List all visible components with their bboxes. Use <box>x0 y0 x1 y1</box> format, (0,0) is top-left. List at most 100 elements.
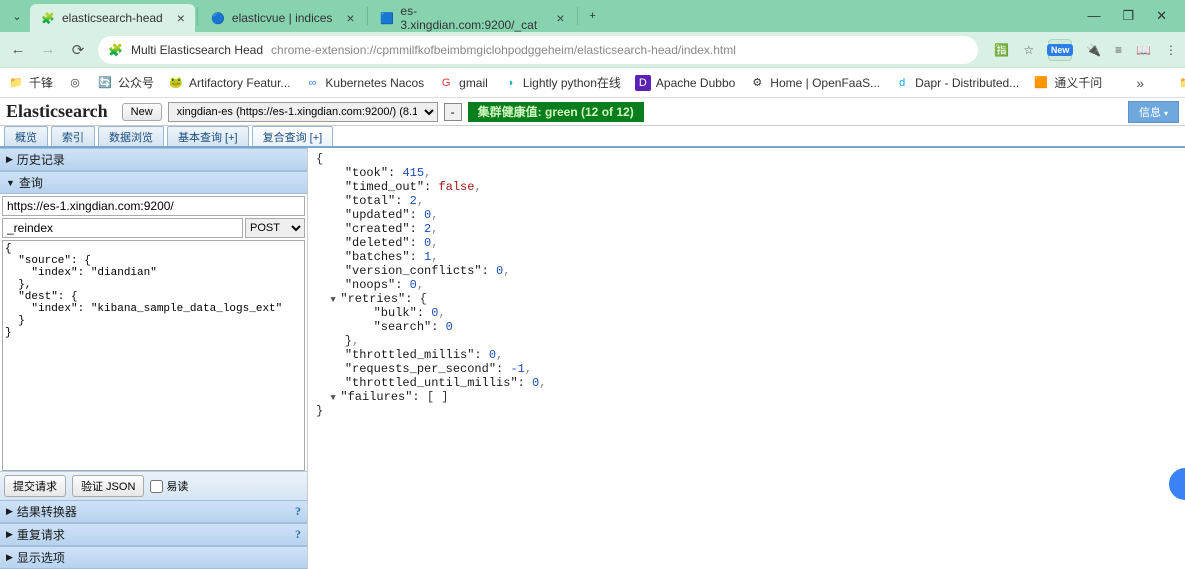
browser-tab-2[interactable]: 🟦 es-3.xingdian.com:9200/_cat × <box>370 4 575 32</box>
favicon-icon: 🟦 <box>380 10 395 26</box>
tab-title: elasticvue | indices <box>232 11 333 25</box>
tab-compound-query[interactable]: 复合查询 [+] <box>252 126 334 146</box>
ext-icon[interactable]: 🔌 <box>1086 43 1101 57</box>
checkbox-label: 易读 <box>166 478 188 494</box>
bookmark-item[interactable]: 🐸Artifactory Featur... <box>168 75 290 91</box>
panel-results-transform[interactable]: ▶ 结果转换器? <box>0 500 307 523</box>
json-value: [ ] <box>427 390 449 404</box>
tab-basic-query[interactable]: 基本查询 [+] <box>167 126 249 146</box>
bookmark-item[interactable]: 🔄公众号 <box>97 74 154 91</box>
json-value: 415 <box>402 166 424 180</box>
browser-tab-0[interactable]: 🧩 elasticsearch-head × <box>30 4 195 32</box>
panel-label: 重复请求 <box>17 526 65 543</box>
bookmark-label: 通义千问 <box>1054 74 1102 91</box>
connection-select[interactable]: xingdian-es (https://es-1.xingdian.com:9… <box>168 102 438 122</box>
submit-row: 提交请求 验证 JSON 易读 <box>0 471 307 500</box>
tab-separator <box>367 7 368 25</box>
tab-separator <box>197 7 198 25</box>
tab-overview[interactable]: 概览 <box>4 126 48 146</box>
bookmark-item[interactable]: 📁千锋 <box>8 74 53 91</box>
panel-query[interactable]: ▼查询 <box>0 171 307 194</box>
panel-display-options[interactable]: ▶显示选项 <box>0 546 307 569</box>
bookmark-item[interactable]: ∞Kubernetes Nacos <box>304 75 424 91</box>
remove-connection-button[interactable]: - <box>444 103 462 121</box>
host-input[interactable] <box>2 196 305 216</box>
panel-history[interactable]: ▶历史记录 <box>0 148 307 171</box>
translate-icon[interactable]: 🈯 <box>994 43 1009 57</box>
json-value: -1 <box>510 362 524 376</box>
json-value: 2 <box>410 194 417 208</box>
bookmark-overflow-icon[interactable]: » <box>1130 75 1150 91</box>
bookmark-item[interactable]: DApache Dubbo <box>635 75 735 91</box>
easyread-toggle[interactable]: 易读 <box>150 478 188 494</box>
submit-button[interactable]: 提交请求 <box>4 475 66 497</box>
close-icon[interactable]: × <box>556 10 564 26</box>
new-tab-button[interactable]: + <box>580 10 606 22</box>
bookmark-star-icon[interactable]: ☆ <box>1023 43 1034 57</box>
bookmark-icon: ◎ <box>67 75 83 91</box>
tab-indices[interactable]: 索引 <box>51 126 95 146</box>
easyread-checkbox[interactable] <box>150 480 163 493</box>
extension-button[interactable]: New <box>1048 39 1072 61</box>
bookmark-label: 千锋 <box>29 74 53 91</box>
bookmark-icon: ∞ <box>304 75 320 91</box>
address-bar[interactable]: 🧩 Multi Elasticsearch Head chrome-extens… <box>98 36 978 64</box>
bookmark-label: Home | OpenFaaS... <box>770 76 880 90</box>
cluster-health-badge: 集群健康值: green (12 of 12) <box>468 102 644 122</box>
bookmark-item[interactable]: ◎ <box>67 75 83 91</box>
bookmark-icon: G <box>438 75 454 91</box>
panel-label: 结果转换器 <box>17 503 77 520</box>
triangle-right-icon: ▶ <box>6 506 13 517</box>
tab-title: elasticsearch-head <box>62 11 163 25</box>
bookmark-label: Lightly python在线 <box>523 74 621 91</box>
new-badge: New <box>1047 44 1074 56</box>
bookmark-item[interactable]: ◑Lightly python在线 <box>502 74 621 91</box>
request-body-textarea[interactable] <box>2 240 305 471</box>
help-icon[interactable]: ? <box>295 527 301 542</box>
method-select[interactable]: POST <box>245 218 305 238</box>
bookmark-item[interactable]: dDapr - Distributed... <box>894 75 1019 91</box>
maximize-icon[interactable]: ❐ <box>1122 8 1134 24</box>
json-value: 0 <box>489 348 496 362</box>
panel-repeat-request[interactable]: ▶ 重复请求? <box>0 523 307 546</box>
bookmark-icon: 🟧 <box>1033 75 1049 91</box>
new-connection-button[interactable]: New <box>122 103 162 121</box>
eshead-header: Elasticsearch New xingdian-es (https://e… <box>0 98 1185 126</box>
tab-browse[interactable]: 数据浏览 <box>98 126 164 146</box>
app-title: Elasticsearch <box>6 101 108 122</box>
help-icon[interactable]: ? <box>295 504 301 519</box>
close-icon[interactable]: × <box>346 10 354 26</box>
tabs-dropdown[interactable]: ⌄ <box>4 10 30 23</box>
close-icon[interactable]: × <box>177 10 185 26</box>
menu-icon[interactable]: ⋮ <box>1165 43 1177 57</box>
favicon-icon: 🧩 <box>40 10 56 26</box>
path-input[interactable] <box>2 218 243 238</box>
ext-icon[interactable]: 📖 <box>1136 43 1151 57</box>
ext-icon[interactable]: ≡ <box>1115 43 1122 57</box>
triangle-down-icon[interactable]: ▼ <box>330 393 340 403</box>
validate-json-button[interactable]: 验证 JSON <box>72 475 144 497</box>
triangle-right-icon: ▶ <box>6 529 13 540</box>
triangle-down-icon[interactable]: ▼ <box>330 295 340 305</box>
bookmark-item[interactable]: 🟧 通义千问 <box>1033 74 1102 91</box>
bookmark-item[interactable]: ⚙Home | OpenFaaS... <box>749 75 880 91</box>
tab-title: es-3.xingdian.com:9200/_cat <box>400 4 542 32</box>
panel-label: 历史记录 <box>17 151 65 168</box>
window-controls: — ❐ ✕ <box>1087 8 1181 24</box>
bookmark-item[interactable]: Ggmail <box>438 75 488 91</box>
minimize-icon[interactable]: — <box>1087 8 1100 24</box>
browser-tab-1[interactable]: 🔵 elasticvue | indices × <box>200 4 365 32</box>
triangle-right-icon: ▶ <box>6 552 13 563</box>
back-icon[interactable]: ← <box>8 41 28 58</box>
bookmark-label: Apache Dubbo <box>656 76 735 90</box>
forward-icon[interactable]: → <box>38 41 58 58</box>
bookmark-icon: d <box>894 75 910 91</box>
bookmark-label: gmail <box>459 76 488 90</box>
json-value: 0 <box>410 278 417 292</box>
json-value: 0 <box>446 320 453 334</box>
info-dropdown-button[interactable]: 信息 <box>1128 101 1179 123</box>
all-bookmarks[interactable]: 📁所有书签 <box>1178 74 1185 91</box>
reload-icon[interactable]: ⟳ <box>68 41 88 59</box>
close-window-icon[interactable]: ✕ <box>1156 8 1167 24</box>
bookmark-bar: 📁千锋 ◎ 🔄公众号 🐸Artifactory Featur... ∞Kuber… <box>0 68 1185 98</box>
